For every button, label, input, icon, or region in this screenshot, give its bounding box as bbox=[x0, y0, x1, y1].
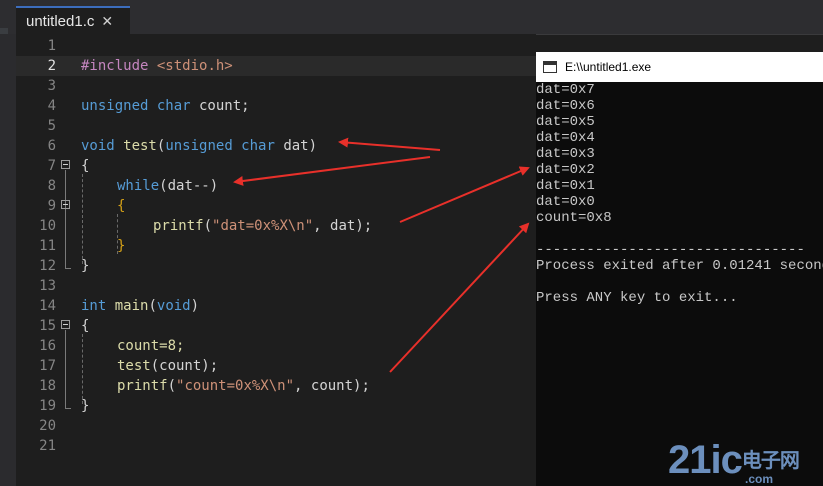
code-line-14: int main(void) bbox=[81, 298, 200, 314]
console-line: Process exited after 0.01241 seconds bbox=[536, 258, 823, 274]
console-line: dat=0x5 bbox=[536, 114, 595, 130]
editor-line[interactable]: 17 bbox=[16, 356, 536, 376]
code-editor[interactable]: 1 2 3 4 5 6 7 8 9 10 11 12 13 14 15 16 17 18 19 20 21 #inclu… bbox=[16, 34, 536, 486]
editor-line[interactable]: 20 bbox=[16, 416, 536, 436]
line-number: 8 bbox=[47, 178, 56, 194]
code-line-15: { bbox=[81, 318, 90, 334]
fold-line bbox=[65, 330, 66, 408]
editor-line[interactable]: 16 bbox=[16, 336, 536, 356]
console-line: dat=0x0 bbox=[536, 194, 595, 210]
line-number: 15 bbox=[39, 318, 56, 334]
editor-line[interactable]: 8 bbox=[16, 176, 536, 196]
console-line: dat=0x1 bbox=[536, 178, 595, 194]
code-line-2: #include <stdio.h> bbox=[81, 58, 233, 74]
console-title-bar[interactable]: E:\\untitled1.exe bbox=[536, 52, 823, 82]
line-number: 10 bbox=[39, 218, 56, 234]
site-watermark: 21ic电子网 bbox=[668, 438, 800, 482]
console-line: dat=0x7 bbox=[536, 82, 595, 98]
editor-line[interactable]: 21 bbox=[16, 436, 536, 456]
line-number: 17 bbox=[39, 358, 56, 374]
code-line-19: } bbox=[81, 398, 90, 414]
line-number: 4 bbox=[47, 98, 56, 114]
code-line-17: test(count); bbox=[117, 358, 219, 374]
fold-line bbox=[65, 170, 66, 268]
editor-line[interactable]: 13 bbox=[16, 276, 536, 296]
code-line-8: while(dat--) bbox=[117, 178, 219, 194]
code-line-12: } bbox=[81, 258, 90, 274]
code-line-9: { bbox=[117, 198, 126, 214]
console-line: Press ANY key to exit... bbox=[536, 290, 738, 306]
line-number: 5 bbox=[47, 118, 56, 134]
line-number: 3 bbox=[47, 78, 56, 94]
console-line: dat=0x3 bbox=[536, 146, 595, 162]
editor-line[interactable]: 9 bbox=[16, 196, 536, 216]
line-number: 20 bbox=[39, 418, 56, 434]
console-output: dat=0x7 dat=0x6 dat=0x5 dat=0x4 dat=0x3 dat=0… bbox=[536, 82, 823, 306]
line-number: 12 bbox=[39, 258, 56, 274]
tab-bar: untitled1.c ✕ bbox=[0, 0, 823, 35]
line-number: 19 bbox=[39, 398, 56, 414]
line-number: 2 bbox=[47, 58, 56, 74]
console-line: dat=0x4 bbox=[536, 130, 595, 146]
line-number: 6 bbox=[47, 138, 56, 154]
line-number: 18 bbox=[39, 378, 56, 394]
fold-toggle-icon[interactable] bbox=[61, 320, 70, 329]
line-number: 7 bbox=[47, 158, 56, 174]
line-number: 16 bbox=[39, 338, 56, 354]
code-line-16: count=8; bbox=[117, 338, 185, 354]
console-line: dat=0x6 bbox=[536, 98, 595, 114]
close-icon[interactable]: ✕ bbox=[101, 13, 113, 30]
code-line-6: void test(unsigned char dat) bbox=[81, 138, 318, 154]
line-number: 1 bbox=[47, 38, 56, 54]
console-line: -------------------------------- bbox=[536, 242, 805, 258]
code-line-7: { bbox=[81, 158, 90, 174]
code-line-10: printf("dat=0x%X\n", dat); bbox=[153, 218, 373, 234]
editor-line[interactable]: 12 bbox=[16, 256, 536, 276]
console-app-icon bbox=[543, 61, 557, 73]
fold-end bbox=[65, 408, 71, 409]
line-number: 21 bbox=[39, 438, 56, 454]
editor-line[interactable]: 7 bbox=[16, 156, 536, 176]
fold-end bbox=[65, 268, 71, 269]
code-line-18: printf("count=0x%X\n", count); bbox=[117, 378, 370, 394]
console-line: dat=0x2 bbox=[536, 162, 595, 178]
console-title: E:\\untitled1.exe bbox=[565, 60, 652, 74]
editor-line[interactable]: 1 bbox=[16, 36, 536, 56]
editor-line[interactable]: 11 bbox=[16, 236, 536, 256]
line-number: 13 bbox=[39, 278, 56, 294]
tab-label: untitled1.c bbox=[26, 12, 95, 30]
editor-line[interactable]: 15 bbox=[16, 316, 536, 336]
tab-untitled1[interactable]: untitled1.c ✕ bbox=[16, 6, 130, 34]
code-line-11: } bbox=[117, 238, 126, 254]
indent-guide bbox=[82, 334, 83, 404]
side-panel-strip bbox=[0, 34, 17, 486]
fold-toggle-icon[interactable] bbox=[61, 200, 70, 209]
editor-line[interactable]: 19 bbox=[16, 396, 536, 416]
editor-line[interactable]: 3 bbox=[16, 76, 536, 96]
code-line-4: unsigned char count; bbox=[81, 98, 250, 114]
console-line: count=0x8 bbox=[536, 210, 612, 226]
line-number: 14 bbox=[39, 298, 56, 314]
watermark-suffix: .com bbox=[745, 472, 774, 486]
indent-guide bbox=[82, 174, 83, 264]
line-number: 11 bbox=[39, 238, 56, 254]
line-number: 9 bbox=[47, 198, 56, 214]
editor-line[interactable]: 5 bbox=[16, 116, 536, 136]
fold-toggle-icon[interactable] bbox=[61, 160, 70, 169]
